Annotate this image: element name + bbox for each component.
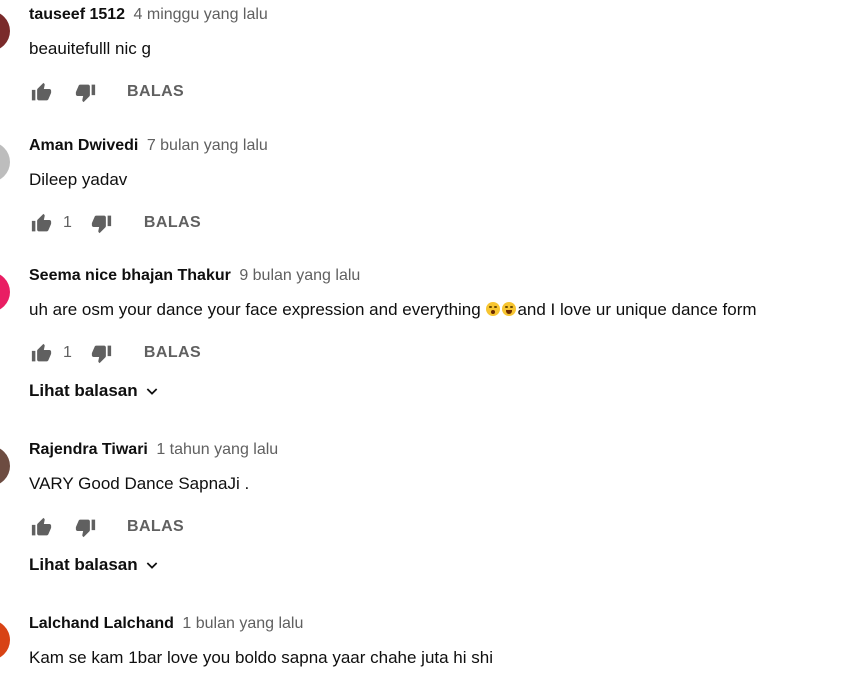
view-replies-label: Lihat balasan [29,381,138,400]
avatar[interactable] [0,272,10,312]
comment-header: Rajendra Tiwari 1 tahun yang lalu [29,440,278,460]
thumb-up-icon[interactable] [29,80,53,104]
thumb-down-icon[interactable] [73,515,97,539]
reply-button[interactable]: BALAS [127,83,184,101]
comment-header: tauseef 1512 4 minggu yang lalu [29,5,268,25]
chevron-down-icon [146,562,157,569]
view-replies-button[interactable]: Lihat balasan [29,381,160,401]
comment-actions: 1 BALAS [29,211,201,235]
grinning-face-emoji [502,302,517,316]
comment-time[interactable]: 4 minggu yang lalu [134,6,268,23]
avatar[interactable] [0,446,10,486]
comment-author[interactable]: Aman Dwivedi [29,137,138,154]
comment-author[interactable]: Rajendra Tiwari [29,441,148,458]
avatar[interactable] [0,620,10,660]
comment-text: Kam se kam 1bar love you boldo sapna yaa… [29,648,493,667]
thumb-up-icon[interactable] [29,211,53,235]
reply-button[interactable]: BALAS [144,344,201,362]
comment-author[interactable]: Seema nice bhajan Thakur [29,267,231,284]
comment-author[interactable]: tauseef 1512 [29,6,125,23]
comment-time[interactable]: 1 bulan yang lalu [182,615,303,632]
view-replies-button[interactable]: Lihat balasan [29,555,160,575]
view-replies-label: Lihat balasan [29,555,138,574]
astonished-face-emoji [486,302,501,316]
like-count: 1 [63,214,72,231]
comment-text: Dileep yadav [29,170,128,189]
comment-text: uh are osm your dance your face expressi… [29,299,757,321]
comment-text: VARY Good Dance SapnaJi . [29,474,250,493]
comment-text: beauitefulll nic g [29,39,151,58]
avatar[interactable] [0,11,10,51]
comment-time[interactable]: 1 tahun yang lalu [156,441,278,458]
comment-text-part: and I love ur unique dance form [517,300,757,319]
reply-button[interactable]: BALAS [127,518,184,536]
thumb-down-icon[interactable] [73,80,97,104]
comment-header: Lalchand Lalchand 1 bulan yang lalu [29,614,303,634]
comment-header: Aman Dwivedi 7 bulan yang lalu [29,136,268,156]
comment-time[interactable]: 9 bulan yang lalu [239,267,360,284]
thumb-down-icon[interactable] [90,211,114,235]
comment-header: Seema nice bhajan Thakur 9 bulan yang la… [29,266,360,286]
thumb-up-icon[interactable] [29,341,53,365]
comment-actions: 1 BALAS [29,341,201,365]
like-count: 1 [63,344,72,361]
thumb-up-icon[interactable] [29,515,53,539]
comment-time[interactable]: 7 bulan yang lalu [147,137,268,154]
comment-actions: BALAS [29,80,184,104]
comment-author[interactable]: Lalchand Lalchand [29,615,174,632]
thumb-down-icon[interactable] [90,341,114,365]
comment-actions: BALAS [29,515,184,539]
comment-text-part: uh are osm your dance your face expressi… [29,300,486,319]
reply-button[interactable]: BALAS [144,214,201,232]
avatar[interactable] [0,142,10,182]
chevron-down-icon [146,388,157,395]
